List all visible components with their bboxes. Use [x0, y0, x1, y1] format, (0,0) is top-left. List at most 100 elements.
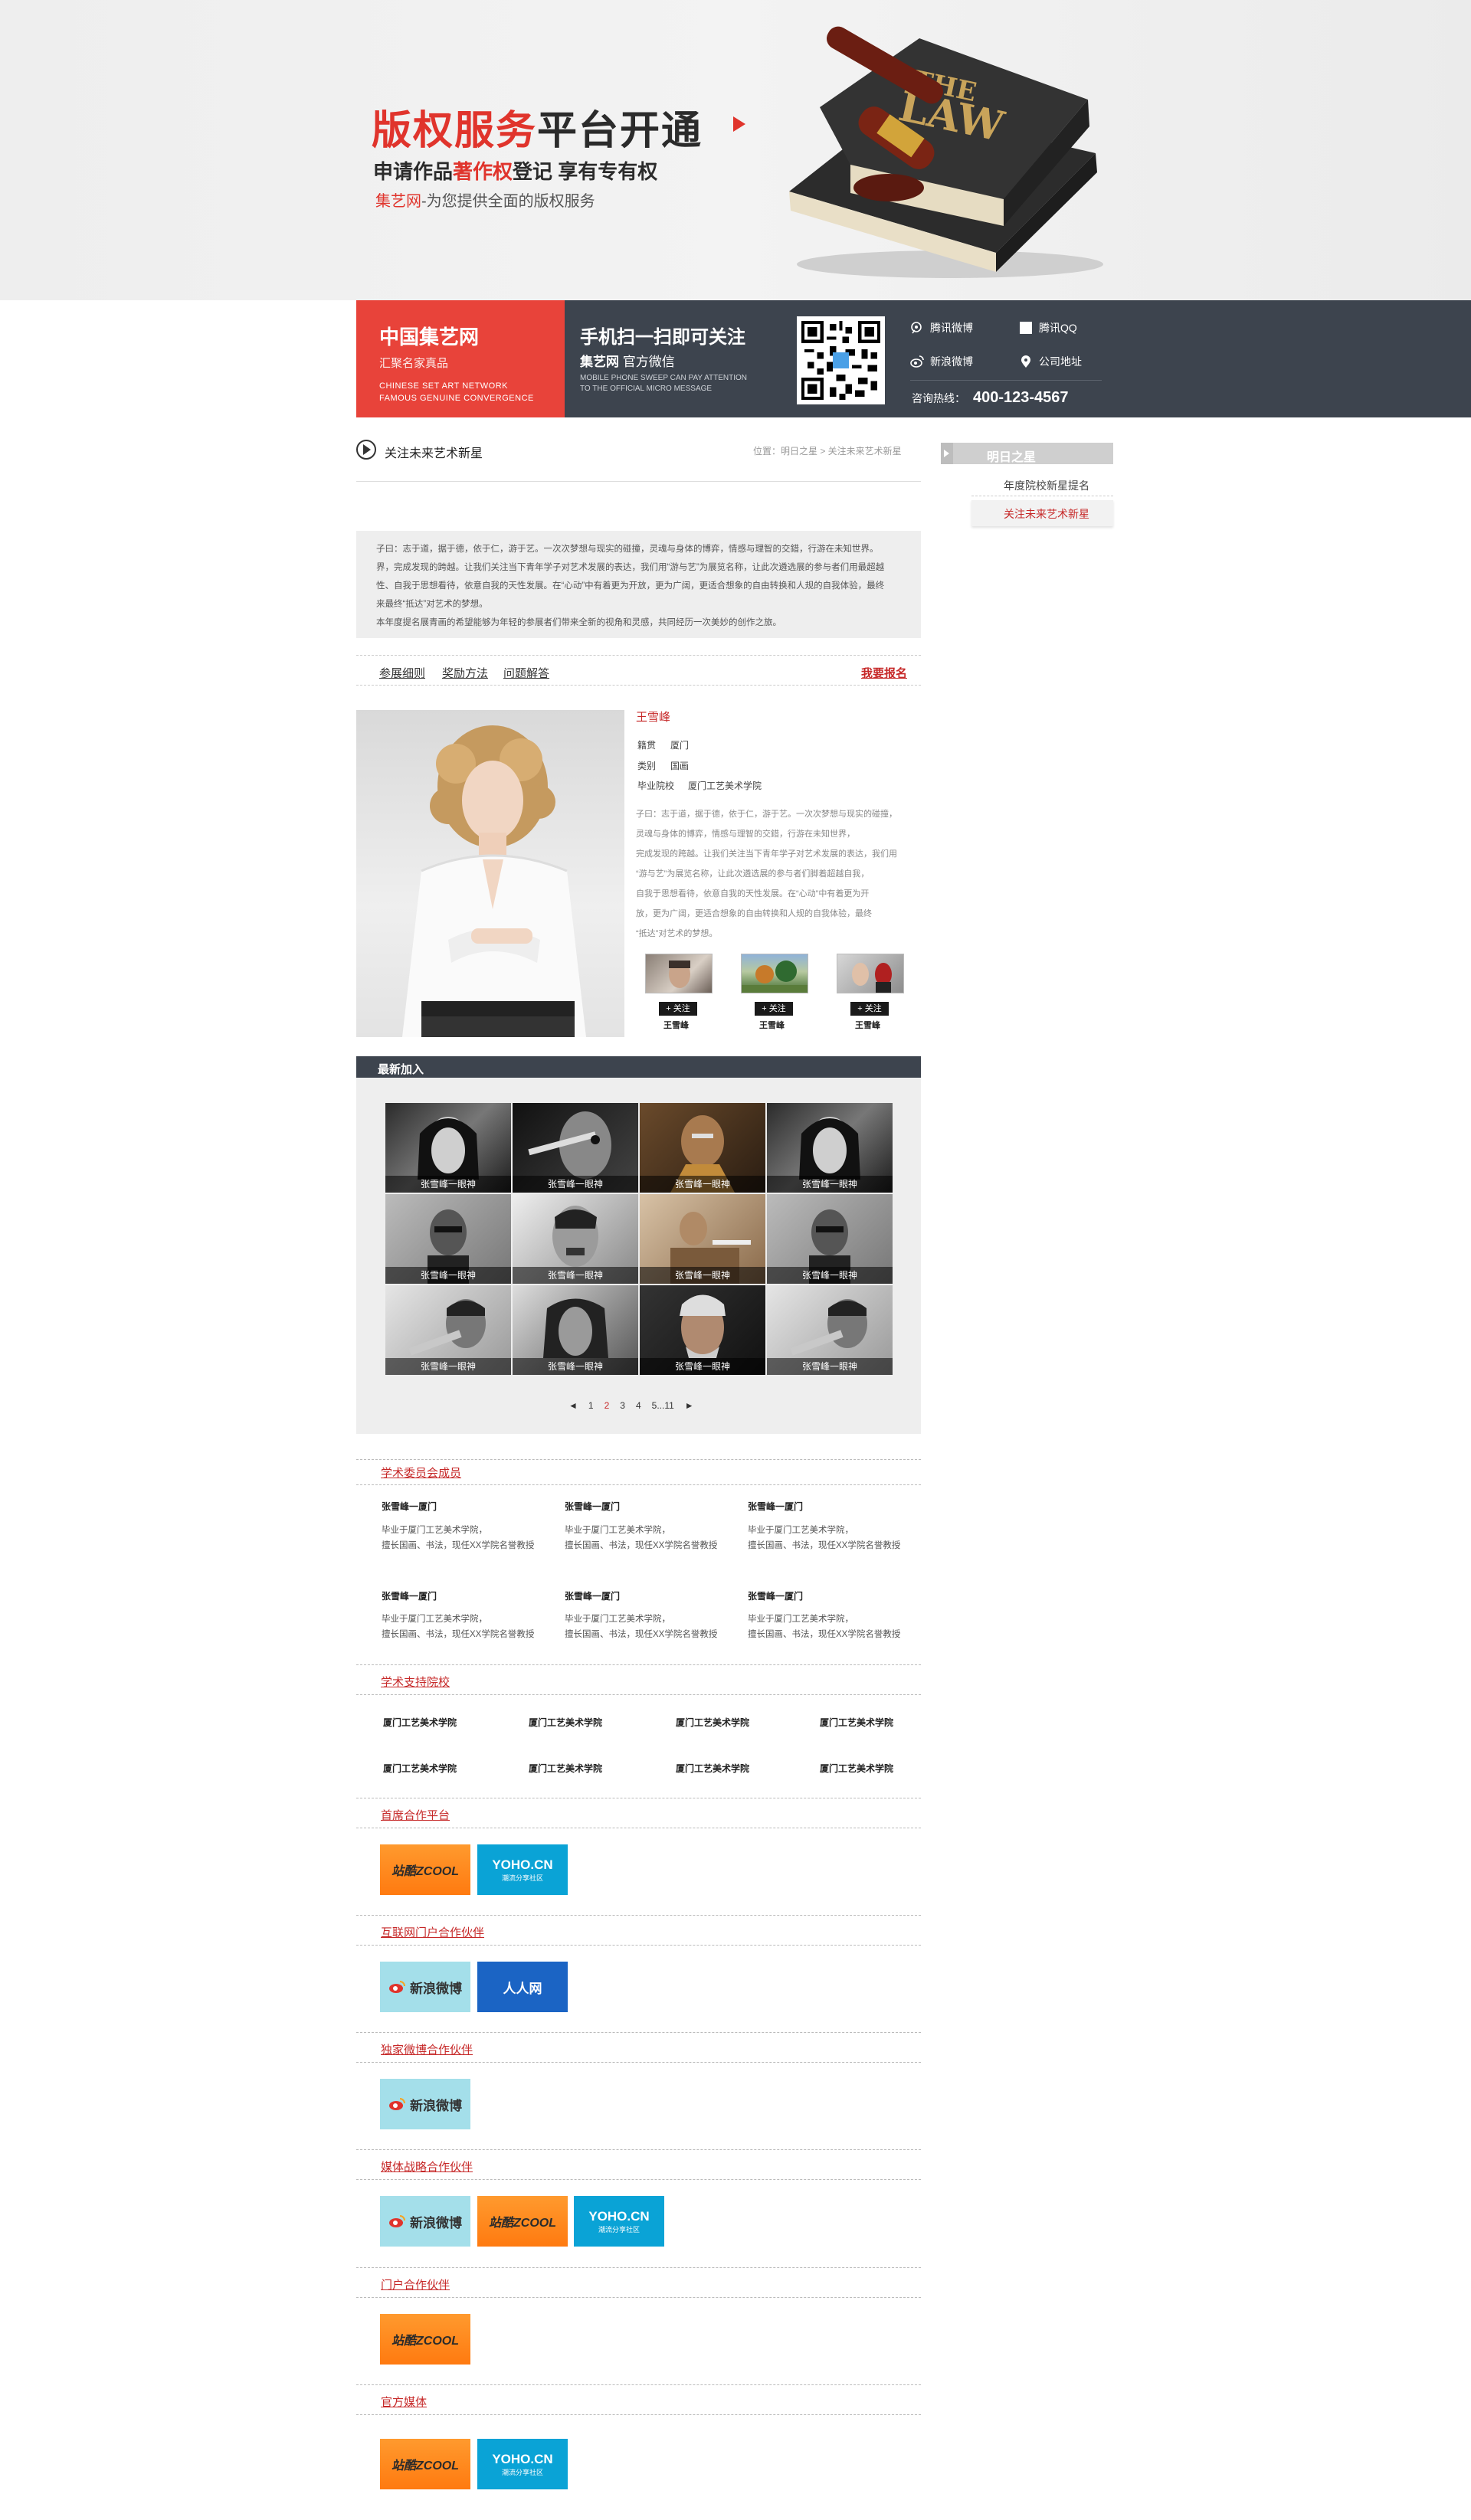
member-name[interactable]: 张雪峰一厦门	[565, 1500, 620, 1513]
breadcrumb[interactable]: 位置：明日之星 > 关注未来艺术新星	[753, 444, 902, 457]
tencent-qq-link[interactable]: 腾讯QQ	[1019, 320, 1077, 335]
artist-tile[interactable]: 张雪峰一眼神	[385, 1194, 511, 1284]
follow-button[interactable]: + 关注	[755, 1002, 793, 1016]
committee-section-title[interactable]: 学术委员会成员	[381, 1465, 461, 1481]
section-divider	[356, 1484, 921, 1485]
latest-section-header: 最新加入	[356, 1056, 921, 1078]
yoho-logo[interactable]: YOHO.CN 潮流分享社区	[477, 1844, 568, 1895]
arrow-right-icon[interactable]	[733, 116, 745, 132]
tab-rewards[interactable]: 奖励方法	[442, 665, 488, 681]
tencent-weibo-icon	[911, 322, 922, 334]
school-name[interactable]: 厦门工艺美术学院	[383, 1716, 457, 1729]
tile-caption: 张雪峰一眼神	[767, 1267, 893, 1284]
artist-tile[interactable]: 张雪峰一眼神	[767, 1285, 893, 1375]
hero-banner[interactable]: 版权服务平台开通 申请作品著作权登记 享有专有权 集艺网-为您提供全面的版权服务…	[0, 0, 1471, 300]
artist-tile[interactable]: 张雪峰一眼神	[513, 1285, 638, 1375]
school-name[interactable]: 厦门工艺美术学院	[820, 1762, 893, 1775]
artist-tile[interactable]: 张雪峰一眼神	[640, 1103, 765, 1193]
school-name[interactable]: 厦门工艺美术学院	[820, 1716, 893, 1729]
artist-tile[interactable]: 张雪峰一眼神	[513, 1103, 638, 1193]
prev-page-icon[interactable]: ◄	[568, 1400, 578, 1411]
partner-section-title[interactable]: 互联网门户合作伙伴	[381, 1924, 484, 1940]
company-address-link[interactable]: 公司地址	[1019, 354, 1082, 369]
member-name[interactable]: 张雪峰一厦门	[382, 1589, 437, 1602]
page-title: 关注未来艺术新星	[385, 447, 483, 460]
page-link-active[interactable]: 2	[604, 1400, 610, 1411]
wechat-sub-text: 官方微信	[622, 355, 675, 369]
sina-weibo-logo[interactable]: 新浪微博	[380, 2079, 470, 2129]
tile-caption: 张雪峰一眼神	[640, 1267, 765, 1284]
follower-name[interactable]: 王雪峰	[663, 1019, 689, 1031]
sidebar: 明日之星 年度院校新星提名 关注未来艺术新星	[941, 443, 1113, 535]
follower-name[interactable]: 王雪峰	[855, 1019, 880, 1031]
follower-name[interactable]: 王雪峰	[759, 1019, 785, 1031]
zcool-logo-text: 站酷ZCOOL	[392, 2459, 459, 2473]
artist-tile[interactable]: 张雪峰一眼神	[385, 1103, 511, 1193]
yoho-logo[interactable]: YOHO.CN 潮流分享社区	[477, 2439, 568, 2489]
artist-tile[interactable]: 张雪峰一眼神	[640, 1194, 765, 1284]
follow-button[interactable]: + 关注	[850, 1002, 889, 1016]
partner-section-title[interactable]: 首席合作平台	[381, 1807, 450, 1823]
section-divider	[356, 2414, 921, 2415]
member-name[interactable]: 张雪峰一厦门	[748, 1500, 803, 1513]
member-name[interactable]: 张雪峰一厦门	[748, 1589, 803, 1602]
tile-caption: 张雪峰一眼神	[513, 1176, 638, 1193]
tab-rules[interactable]: 参展细则	[379, 665, 425, 681]
sina-weibo-link[interactable]: 新浪微博	[910, 354, 973, 369]
renren-logo[interactable]: 人人网	[477, 1962, 568, 2012]
school-name[interactable]: 厦门工艺美术学院	[529, 1762, 602, 1775]
sidebar-item-nomination[interactable]: 年度院校新星提名	[971, 473, 1113, 496]
follower-thumbnail[interactable]	[741, 954, 808, 993]
member-desc-line: 毕业于厦门工艺美术学院，	[382, 1526, 487, 1535]
follow-button[interactable]: + 关注	[659, 1002, 697, 1016]
signup-link[interactable]: 我要报名	[861, 665, 907, 681]
page-link[interactable]: 5...11	[652, 1400, 674, 1411]
artist-tile[interactable]: 张雪峰一眼神	[767, 1194, 893, 1284]
follower-thumbnail[interactable]	[837, 954, 904, 993]
school-name[interactable]: 厦门工艺美术学院	[676, 1762, 749, 1775]
zcool-logo[interactable]: 站酷ZCOOL	[380, 2439, 470, 2489]
brand-subtitle: 汇聚名家真品	[379, 357, 449, 370]
zcool-logo[interactable]: 站酷ZCOOL	[477, 2196, 568, 2247]
tile-caption: 张雪峰一眼神	[385, 1176, 511, 1193]
tencent-weibo-link[interactable]: 腾讯微博	[910, 320, 973, 335]
zcool-logo[interactable]: 站酷ZCOOL	[380, 1844, 470, 1895]
yoho-logo-sub: 潮流分享社区	[598, 2225, 640, 2234]
company-address-label: 公司地址	[1039, 355, 1082, 368]
zcool-logo-text: 站酷ZCOOL	[392, 1865, 459, 1878]
artist-name[interactable]: 王雪峰	[636, 709, 670, 725]
artist-tile[interactable]: 张雪峰一眼神	[513, 1194, 638, 1284]
sidebar-item-label: 关注未来艺术新星	[1004, 508, 1089, 520]
artist-tile[interactable]: 张雪峰一眼神	[640, 1285, 765, 1375]
next-page-icon[interactable]: ►	[685, 1400, 694, 1411]
artist-tile[interactable]: 张雪峰一眼神	[767, 1103, 893, 1193]
page-link[interactable]: 3	[620, 1400, 625, 1411]
page-link[interactable]: 1	[588, 1400, 594, 1411]
member-name[interactable]: 张雪峰一厦门	[382, 1500, 437, 1513]
follower-thumbnail[interactable]	[645, 954, 713, 993]
sina-weibo-logo[interactable]: 新浪微博	[380, 2196, 470, 2247]
school-name[interactable]: 厦门工艺美术学院	[529, 1716, 602, 1729]
zcool-logo[interactable]: 站酷ZCOOL	[380, 2314, 470, 2365]
yoho-logo[interactable]: YOHO.CN 潮流分享社区	[574, 2196, 664, 2247]
school-label: 毕业院校	[637, 781, 675, 791]
wechat-qr-code	[797, 316, 885, 404]
school-name[interactable]: 厦门工艺美术学院	[676, 1716, 749, 1729]
schools-section-title[interactable]: 学术支持院校	[381, 1674, 450, 1690]
brand-box[interactable]: 中国集艺网 汇聚名家真品 CHINESE SET ART NETWORK FAM…	[356, 300, 565, 417]
member-name[interactable]: 张雪峰一厦门	[565, 1589, 620, 1602]
school-name[interactable]: 厦门工艺美术学院	[383, 1762, 457, 1775]
partner-section-title[interactable]: 官方媒体	[381, 2394, 427, 2410]
sidebar-item-focus-stars[interactable]: 关注未来艺术新星	[971, 500, 1113, 526]
artist-tile[interactable]: 张雪峰一眼神	[385, 1285, 511, 1375]
partner-section-title[interactable]: 独家微博合作伙伴	[381, 2041, 473, 2057]
member-desc-line: 擅长国画、书法，现任XX学院名誉教授	[382, 1630, 535, 1639]
sina-weibo-logo[interactable]: 新浪微博	[380, 1962, 470, 2012]
brand-english-2: FAMOUS GENUINE CONVERGENCE	[379, 394, 534, 403]
featured-artist-portrait[interactable]	[356, 710, 624, 1037]
partner-section-title[interactable]: 门户合作伙伴	[381, 2276, 450, 2293]
page-link[interactable]: 4	[636, 1400, 641, 1411]
tab-faq[interactable]: 问题解答	[503, 665, 549, 681]
partner-section-title[interactable]: 媒体战略合作伙伴	[381, 2158, 473, 2175]
banner-sub-post: 登记 享有专有权	[513, 160, 658, 183]
